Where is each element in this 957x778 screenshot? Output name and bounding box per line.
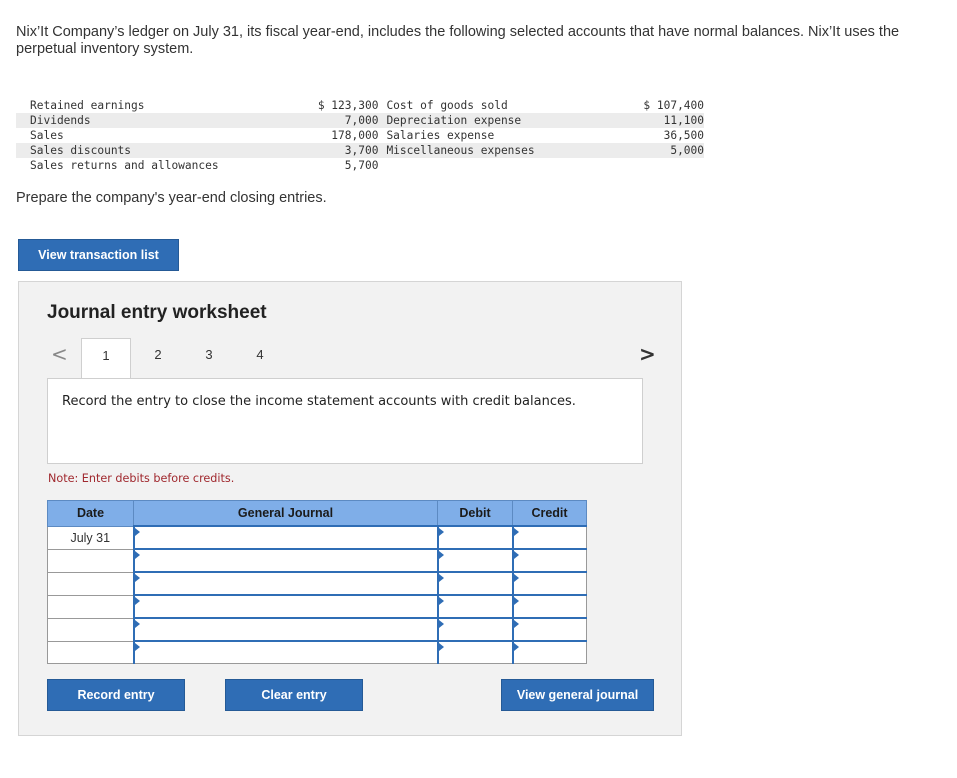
input-marker-icon <box>438 597 444 605</box>
debit-input[interactable] <box>436 617 513 642</box>
dropdown-marker-icon <box>134 597 140 605</box>
dropdown-marker-icon <box>134 551 140 559</box>
date-cell <box>47 548 134 573</box>
credit-input[interactable] <box>511 594 587 619</box>
account-input[interactable] <box>132 594 438 619</box>
date-column-header: Date <box>47 500 134 527</box>
ledger-row: Sales discounts 3,700 Miscellaneous expe… <box>16 143 704 158</box>
journal-header-row: Date General Journal Debit Credit <box>47 500 587 527</box>
date-cell: July 31 <box>47 525 134 550</box>
journal-row <box>47 571 587 596</box>
view-general-journal-button[interactable]: View general journal <box>501 679 654 711</box>
ledger-row: Sales returns and allowances 5,700 <box>16 158 704 173</box>
debit-input[interactable] <box>436 594 513 619</box>
debits-credits-note: Note: Enter debits before credits. <box>48 472 235 485</box>
entry-tab-4[interactable]: 4 <box>235 338 285 379</box>
previous-entry-chevron-left-icon[interactable]: < <box>51 342 68 366</box>
ledger-account-name: Sales <box>30 129 64 142</box>
ledger-account-amount: 3,700 <box>344 144 379 157</box>
account-input[interactable] <box>132 571 438 596</box>
journal-row <box>47 594 587 619</box>
input-marker-icon <box>513 597 519 605</box>
account-input[interactable] <box>132 548 438 573</box>
date-cell <box>47 640 134 664</box>
ledger-account-name: Sales returns and allowances <box>30 159 219 172</box>
journal-entry-worksheet: Journal entry worksheet < 1 2 3 4 > Reco… <box>18 281 682 736</box>
journal-row: July 31 <box>47 525 587 550</box>
dropdown-marker-icon <box>134 528 140 536</box>
ledger-account-name: Retained earnings <box>30 99 145 112</box>
journal-row <box>47 617 587 642</box>
credit-input[interactable] <box>511 525 587 550</box>
problem-intro: Nix’It Company’s ledger on July 31, its … <box>16 24 900 57</box>
date-cell <box>47 571 134 596</box>
debit-input[interactable] <box>436 640 513 664</box>
input-marker-icon <box>438 528 444 536</box>
general-journal-column-header: General Journal <box>133 500 438 527</box>
ledger-account-amount: 178,000 <box>331 129 379 142</box>
ledger-accounts-table: Retained earnings $ 123,300 Cost of good… <box>16 98 704 173</box>
record-entry-button[interactable]: Record entry <box>47 679 185 711</box>
input-marker-icon <box>513 551 519 559</box>
credit-input[interactable] <box>511 571 587 596</box>
ledger-account-amount: 11,100 <box>663 114 705 127</box>
input-marker-icon <box>438 551 444 559</box>
worksheet-title: Journal entry worksheet <box>47 302 267 323</box>
ledger-account-amount: $ 107,400 <box>643 99 705 112</box>
date-cell <box>47 617 134 642</box>
dropdown-marker-icon <box>134 620 140 628</box>
date-cell <box>47 594 134 619</box>
ledger-row: Retained earnings $ 123,300 Cost of good… <box>16 98 704 113</box>
input-marker-icon <box>513 528 519 536</box>
debit-input[interactable] <box>436 571 513 596</box>
ledger-account-name: Salaries expense <box>386 129 495 142</box>
ledger-row: Sales 178,000 Salaries expense 36,500 <box>16 128 704 143</box>
input-marker-icon <box>438 620 444 628</box>
ledger-account-amount <box>634 158 704 173</box>
instruction-panel: Record the entry to close the income sta… <box>47 378 643 464</box>
account-input[interactable] <box>132 617 438 642</box>
ledger-account-name: Depreciation expense <box>386 114 522 127</box>
ledger-account-name: Dividends <box>30 114 91 127</box>
credit-column-header: Credit <box>512 500 587 527</box>
ledger-account-name: Sales discounts <box>30 144 132 157</box>
ledger-account-amount: 7,000 <box>344 114 379 127</box>
input-marker-icon <box>513 620 519 628</box>
ledger-account-amount: 5,700 <box>344 159 379 172</box>
account-input[interactable] <box>132 525 438 550</box>
ledger-row: Dividends 7,000 Depreciation expense 11,… <box>16 113 704 128</box>
question-prompt: Prepare the company's year-end closing e… <box>16 190 327 206</box>
entry-tab-1[interactable]: 1 <box>81 338 131 380</box>
next-entry-chevron-right-icon[interactable]: > <box>639 342 656 366</box>
input-marker-icon <box>513 574 519 582</box>
debit-input[interactable] <box>436 525 513 550</box>
entry-tab-3[interactable]: 3 <box>184 338 234 379</box>
ledger-account-name: Miscellaneous expenses <box>386 144 535 157</box>
debit-input[interactable] <box>436 548 513 573</box>
ledger-account-name <box>378 158 634 173</box>
ledger-account-amount: 36,500 <box>663 129 705 142</box>
ledger-account-amount: $ 123,300 <box>317 99 379 112</box>
account-input[interactable] <box>132 640 438 664</box>
input-marker-icon <box>438 574 444 582</box>
instruction-text: Record the entry to close the income sta… <box>62 394 576 409</box>
journal-entry-table: Date General Journal Debit Credit July 3… <box>47 500 587 664</box>
journal-row <box>47 548 587 573</box>
journal-row <box>47 640 587 664</box>
dropdown-marker-icon <box>134 643 140 651</box>
credit-input[interactable] <box>511 640 587 664</box>
input-marker-icon <box>513 643 519 651</box>
credit-input[interactable] <box>511 617 587 642</box>
view-transaction-list-button[interactable]: View transaction list <box>18 239 179 271</box>
input-marker-icon <box>438 643 444 651</box>
ledger-account-amount: 5,000 <box>670 144 705 157</box>
clear-entry-button[interactable]: Clear entry <box>225 679 363 711</box>
entry-tab-2[interactable]: 2 <box>133 338 183 379</box>
debit-column-header: Debit <box>437 500 513 527</box>
credit-input[interactable] <box>511 548 587 573</box>
ledger-account-name: Cost of goods sold <box>386 99 508 112</box>
dropdown-marker-icon <box>134 574 140 582</box>
